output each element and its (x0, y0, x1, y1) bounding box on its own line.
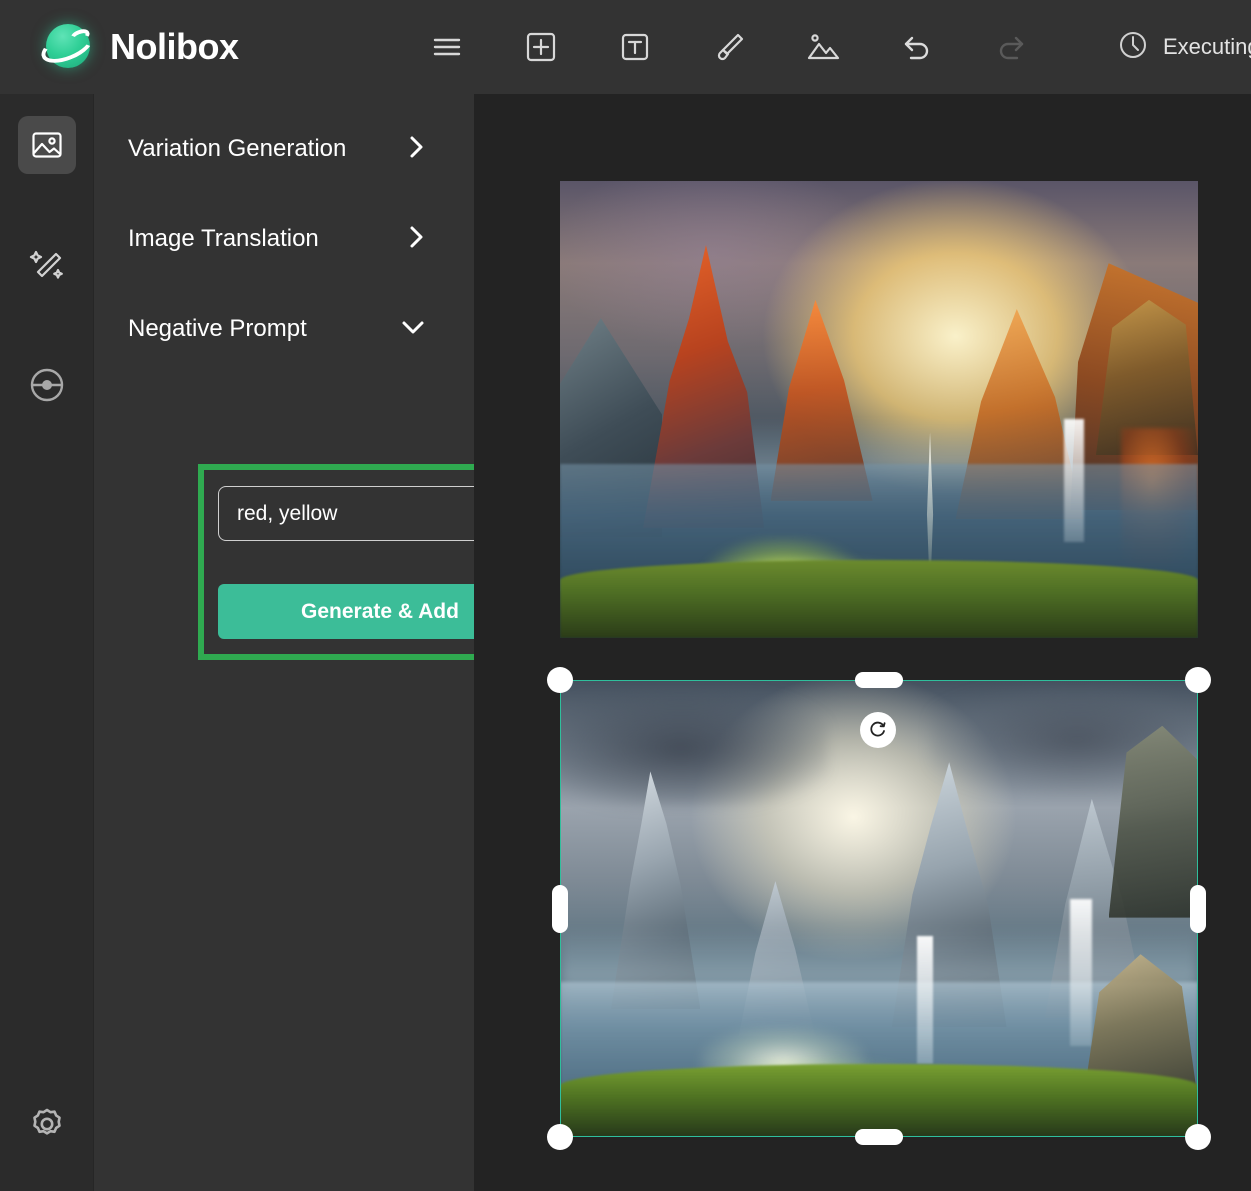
status-text: Executing (1163, 34, 1251, 59)
app-root: Nolibox Executing Variation Generation I… (0, 0, 1251, 1191)
planet-logo-icon (37, 20, 97, 74)
sidebar-item-palette[interactable] (18, 356, 76, 414)
handle-bottom-center[interactable] (855, 1129, 903, 1145)
header-bar: Nolibox Executing (0, 0, 1251, 94)
brand-name: Nolibox (110, 26, 239, 67)
app-body: Variation Generation Image Translation N… (0, 94, 1251, 1191)
sidebar-item-image[interactable] (17, 116, 76, 174)
panel-section-label: Variation Generation (128, 135, 347, 162)
image-icon[interactable] (776, 0, 870, 94)
source-image[interactable] (560, 181, 1198, 638)
brand: Nolibox (0, 20, 400, 74)
panel-section-label: Image Translation (128, 225, 319, 252)
sidebar-bottom (0, 1095, 94, 1153)
status-indicator: Executing (1117, 0, 1251, 94)
handle-top-left[interactable] (547, 667, 573, 693)
add-icon[interactable] (494, 0, 588, 94)
sidebar-item-magic-wand[interactable] (18, 236, 76, 294)
clock-icon (1117, 29, 1149, 66)
brush-icon[interactable] (682, 0, 776, 94)
toolbar (400, 0, 1058, 94)
tool-panel: Variation Generation Image Translation N… (94, 94, 562, 1191)
handle-bottom-right[interactable] (1185, 1124, 1211, 1150)
panel-section-variation-generation[interactable]: Variation Generation (94, 104, 474, 194)
rotate-handle[interactable] (860, 712, 896, 748)
status-text-clip: Executing (1163, 34, 1251, 60)
handle-top-right[interactable] (1185, 667, 1211, 693)
chevron-right-icon (408, 224, 426, 254)
handle-middle-left[interactable] (552, 885, 568, 933)
chevron-down-icon (400, 318, 426, 340)
handle-middle-right[interactable] (1190, 885, 1206, 933)
undo-icon[interactable] (870, 0, 964, 94)
panel-section-image-translation[interactable]: Image Translation (94, 194, 474, 284)
handle-bottom-left[interactable] (547, 1124, 573, 1150)
handle-top-center[interactable] (855, 672, 903, 688)
canvas-area[interactable] (474, 94, 1251, 1191)
redo-icon[interactable] (964, 0, 1058, 94)
chevron-right-icon (408, 134, 426, 164)
panel-section-label: Negative Prompt (128, 315, 307, 342)
menu-icon[interactable] (400, 0, 494, 94)
panel-section-negative-prompt[interactable]: Negative Prompt (94, 284, 474, 374)
generated-image[interactable] (560, 680, 1198, 1137)
text-icon[interactable] (588, 0, 682, 94)
sidebar-rail (0, 94, 94, 1191)
sidebar-item-settings[interactable] (18, 1095, 76, 1153)
